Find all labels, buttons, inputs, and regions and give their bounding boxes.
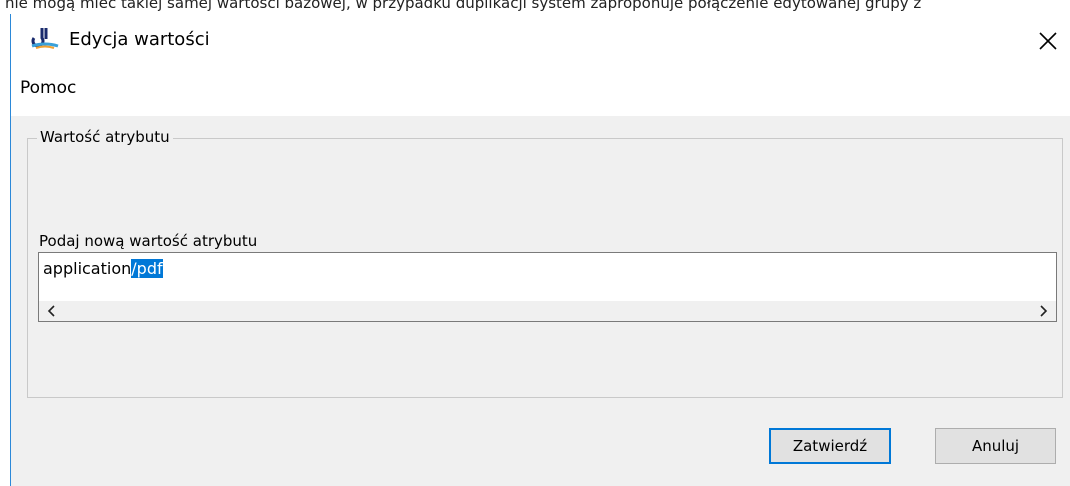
input-value[interactable]: application/pdf (43, 258, 163, 280)
new-value-label: Podaj nową wartość atrybutu (39, 232, 258, 250)
input-value-selected: /pdf (131, 259, 163, 278)
edit-value-dialog: Edycja wartości Pomoc Wartość atrybutu P… (10, 14, 1070, 486)
attribute-value-input[interactable]: application/pdf (38, 252, 1057, 322)
menu-bar: Pomoc (11, 66, 1070, 116)
chevron-left-icon[interactable] (41, 301, 63, 321)
group-legend: Wartość atrybutu (37, 128, 173, 146)
app-logo-icon (31, 28, 59, 49)
dialog-title: Edycja wartości (69, 29, 210, 50)
background-document-text: nie mogą mieć takiej samej wartości bazo… (0, 0, 1070, 14)
menu-item-help[interactable]: Pomoc (20, 78, 76, 98)
title-bar[interactable]: Edycja wartości (11, 14, 1070, 66)
close-icon[interactable] (1031, 24, 1065, 58)
cancel-button[interactable]: Anuluj (935, 428, 1056, 464)
input-value-unselected: application (43, 259, 132, 278)
horizontal-scrollbar[interactable] (39, 301, 1056, 321)
chevron-right-icon[interactable] (1032, 301, 1054, 321)
confirm-button[interactable]: Zatwierdź (769, 428, 891, 464)
background-text: nie mogą mieć takiej samej wartości bazo… (5, 0, 922, 12)
